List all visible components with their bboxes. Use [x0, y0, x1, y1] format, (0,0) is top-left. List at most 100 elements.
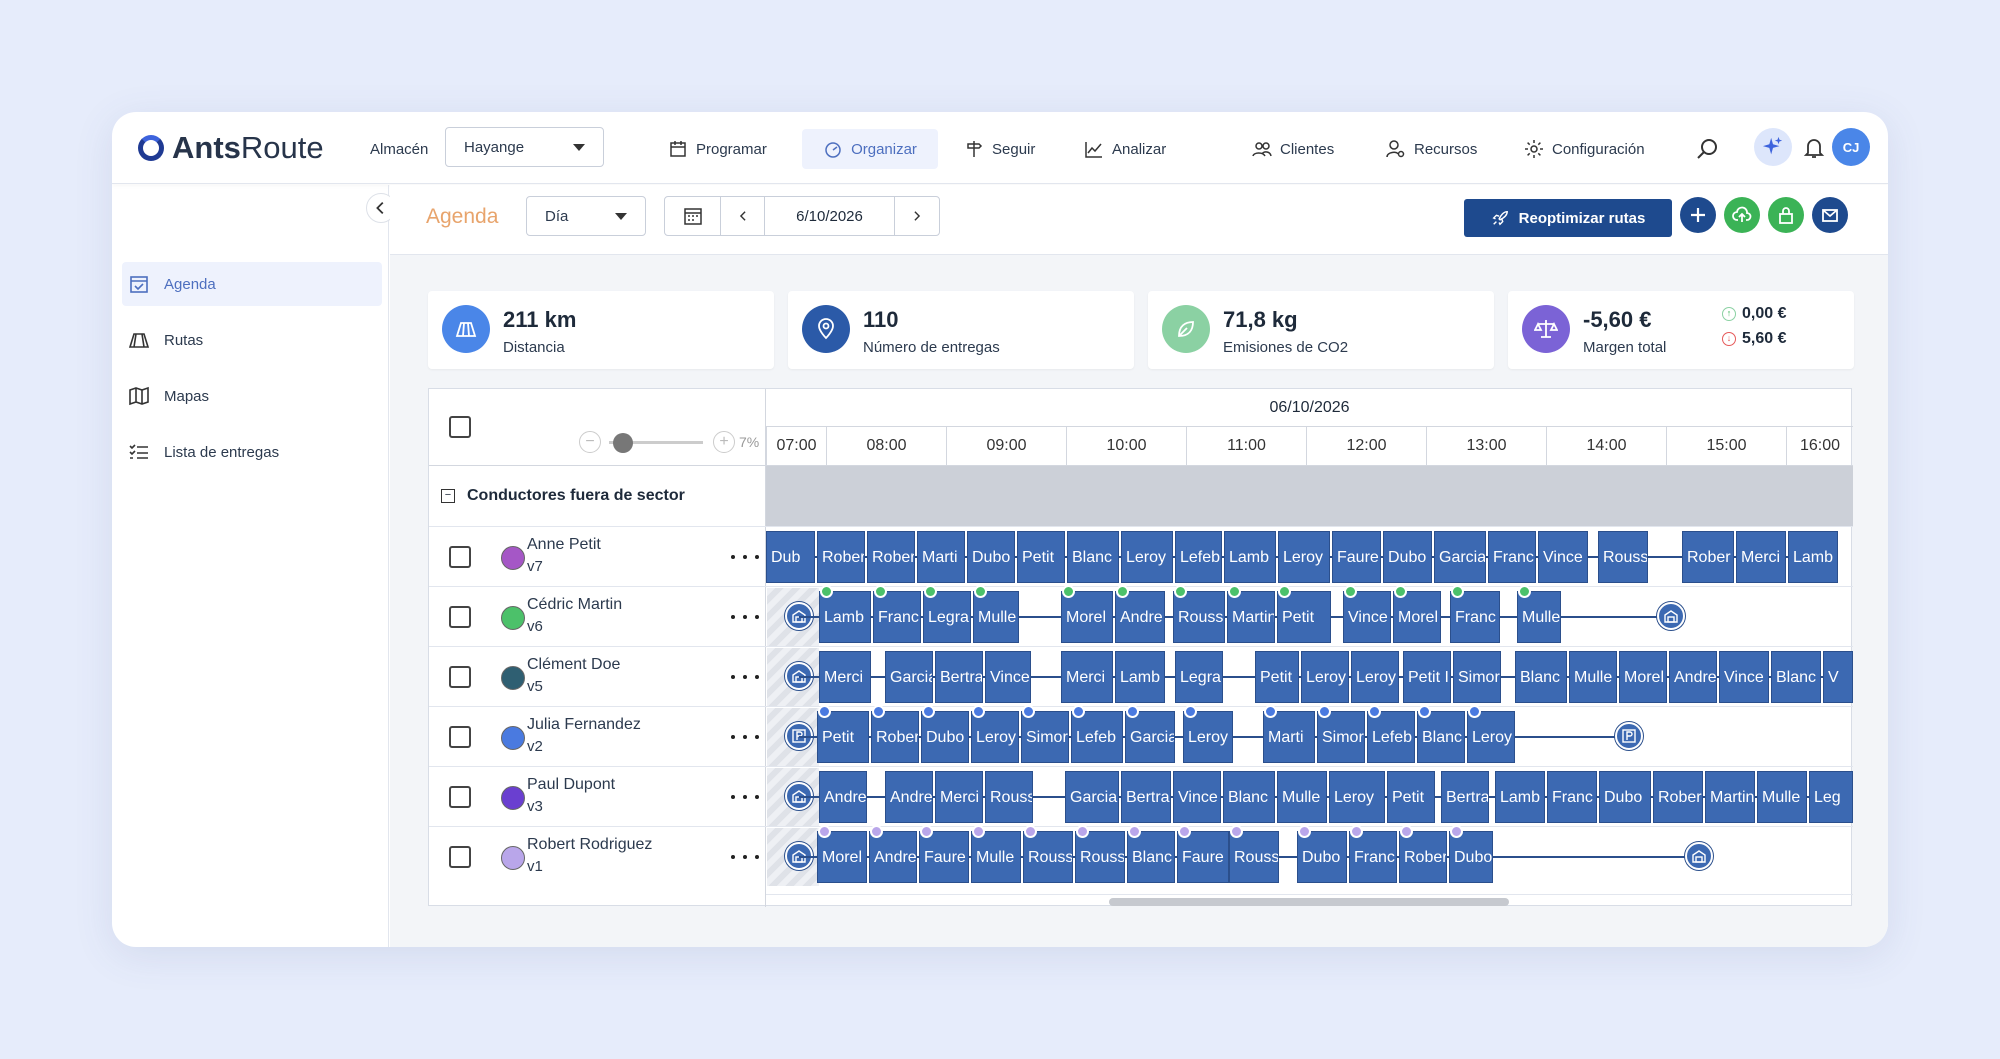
group-header[interactable]: − Conductores fuera de sector	[429, 465, 766, 526]
delivery-task[interactable]: Bertra	[1441, 771, 1489, 823]
nav-configuracion[interactable]: Configuración	[1524, 129, 1645, 169]
delivery-task[interactable]: Garcia	[1125, 711, 1175, 763]
depot-end-icon[interactable]	[1657, 602, 1685, 630]
delivery-task[interactable]: Blanc	[1515, 651, 1567, 703]
scrollbar-thumb[interactable]	[1109, 898, 1509, 906]
delivery-task[interactable]: Legra	[923, 591, 971, 643]
delivery-task[interactable]: Rober	[1399, 831, 1447, 883]
delivery-task[interactable]: Rober	[1682, 531, 1734, 583]
delivery-task[interactable]: Rouss	[1173, 591, 1225, 643]
delivery-task[interactable]: Dub	[766, 531, 815, 583]
delivery-task[interactable]: Petit	[1387, 771, 1435, 823]
delivery-task[interactable]: Franc	[1547, 771, 1597, 823]
sidebar-item-agenda[interactable]: Agenda	[122, 262, 382, 306]
delivery-task[interactable]: Merci	[1061, 651, 1113, 703]
delivery-task[interactable]: Faure	[919, 831, 969, 883]
delivery-task[interactable]: Faure	[1332, 531, 1381, 583]
delivery-task[interactable]: Blanc	[1067, 531, 1119, 583]
driver-checkbox[interactable]	[449, 666, 471, 688]
delivery-task[interactable]: Rouss	[1229, 831, 1279, 883]
horizontal-scrollbar[interactable]	[766, 894, 1853, 907]
add-button[interactable]	[1680, 197, 1716, 233]
delivery-task[interactable]: Lefeb	[1367, 711, 1415, 763]
delivery-task[interactable]: Faure	[1177, 831, 1229, 883]
reoptimize-routes-button[interactable]: Reoptimizar rutas	[1464, 199, 1672, 237]
delivery-task[interactable]: Mulle	[1277, 771, 1327, 823]
ai-sparkle-button[interactable]	[1754, 128, 1792, 166]
delivery-task[interactable]: Lamb	[1115, 651, 1165, 703]
delivery-task[interactable]: Petit	[1017, 531, 1065, 583]
delivery-task[interactable]: Dubo	[1297, 831, 1347, 883]
delivery-task[interactable]: Martin	[1705, 771, 1755, 823]
more-options-icon[interactable]	[731, 555, 759, 563]
delivery-task[interactable]: Petit	[1277, 591, 1331, 643]
zoom-slider-handle[interactable]	[613, 433, 633, 453]
delivery-task[interactable]: Lamb	[1495, 771, 1545, 823]
delivery-task[interactable]: Vince	[1719, 651, 1769, 703]
delivery-task[interactable]: Mulle	[1569, 651, 1617, 703]
driver-info[interactable]: Anne Petit v7	[501, 527, 751, 587]
delivery-task[interactable]: Franc	[873, 591, 921, 643]
delivery-task[interactable]: Petit	[1255, 651, 1299, 703]
delivery-task[interactable]: V	[1823, 651, 1853, 703]
delivery-task[interactable]: Simor	[1021, 711, 1069, 763]
delivery-task[interactable]: Andre	[1669, 651, 1717, 703]
delivery-task[interactable]: Rouss	[1075, 831, 1125, 883]
delivery-task[interactable]: Mulle	[1517, 591, 1561, 643]
delivery-task[interactable]: Garcia	[1065, 771, 1119, 823]
delivery-task[interactable]: Andre	[885, 771, 933, 823]
delivery-task[interactable]: Mulle	[1757, 771, 1807, 823]
current-date[interactable]: 6/10/2026	[765, 197, 895, 235]
delivery-task[interactable]: Andre	[1115, 591, 1165, 643]
delivery-task[interactable]: Lefeb	[1071, 711, 1123, 763]
delivery-task[interactable]: Merci	[819, 651, 871, 703]
more-options-icon[interactable]	[731, 675, 759, 683]
driver-checkbox[interactable]	[449, 786, 471, 808]
more-options-icon[interactable]	[731, 615, 759, 623]
delivery-task[interactable]: Morel	[817, 831, 867, 883]
delivery-task[interactable]: Lamb	[819, 591, 871, 643]
delivery-task[interactable]: Leroy	[1351, 651, 1399, 703]
depot-end-icon[interactable]	[1685, 842, 1713, 870]
delivery-task[interactable]: Simor	[1317, 711, 1365, 763]
delivery-task[interactable]: Rober	[867, 531, 915, 583]
delivery-task[interactable]: Petit I	[1403, 651, 1451, 703]
calendar-picker-button[interactable]	[665, 197, 721, 235]
view-select[interactable]: Día	[526, 196, 646, 236]
delivery-task[interactable]: Petit	[817, 711, 869, 763]
driver-info[interactable]: Cédric Martin v6	[501, 587, 751, 647]
parking-end-icon[interactable]	[1615, 722, 1643, 750]
delivery-task[interactable]: Simor	[1453, 651, 1501, 703]
more-options-icon[interactable]	[731, 735, 759, 743]
driver-info[interactable]: Robert Rodriguez v1	[501, 827, 751, 887]
delivery-task[interactable]: Dubo	[1449, 831, 1493, 883]
delivery-task[interactable]: Vince	[985, 651, 1031, 703]
delivery-task[interactable]: Legra	[1175, 651, 1223, 703]
delivery-task[interactable]: Rober	[1653, 771, 1703, 823]
delivery-task[interactable]: Dubo	[967, 531, 1015, 583]
delivery-task[interactable]: Lefeb	[1175, 531, 1222, 583]
delivery-task[interactable]: Bertra	[935, 651, 983, 703]
delivery-task[interactable]: Garcia	[1434, 531, 1486, 583]
driver-checkbox[interactable]	[449, 726, 471, 748]
delivery-task[interactable]: Leg	[1809, 771, 1853, 823]
delivery-task[interactable]: Andre	[819, 771, 867, 823]
warehouse-select[interactable]: Hayange	[445, 127, 604, 167]
next-day-button[interactable]	[895, 197, 939, 235]
delivery-task[interactable]: Morel	[1619, 651, 1667, 703]
delivery-task[interactable]: Morel	[1393, 591, 1441, 643]
delivery-task[interactable]: Lamb	[1788, 531, 1838, 583]
delivery-task[interactable]: Blanc	[1127, 831, 1175, 883]
nav-recursos[interactable]: Recursos	[1386, 129, 1477, 169]
zoom-out-button[interactable]: −	[579, 431, 601, 453]
delivery-task[interactable]: Marti	[917, 531, 965, 583]
search-icon[interactable]	[1696, 137, 1720, 161]
delivery-task[interactable]: Vince	[1343, 591, 1391, 643]
nav-seguir[interactable]: Seguir	[964, 129, 1035, 169]
delivery-task[interactable]: Garcia	[885, 651, 933, 703]
driver-checkbox[interactable]	[449, 606, 471, 628]
delivery-task[interactable]: Blanc	[1417, 711, 1465, 763]
delivery-task[interactable]: Franc	[1349, 831, 1397, 883]
nav-organizar[interactable]: Organizar	[802, 129, 938, 169]
delivery-task[interactable]: Andre	[869, 831, 917, 883]
